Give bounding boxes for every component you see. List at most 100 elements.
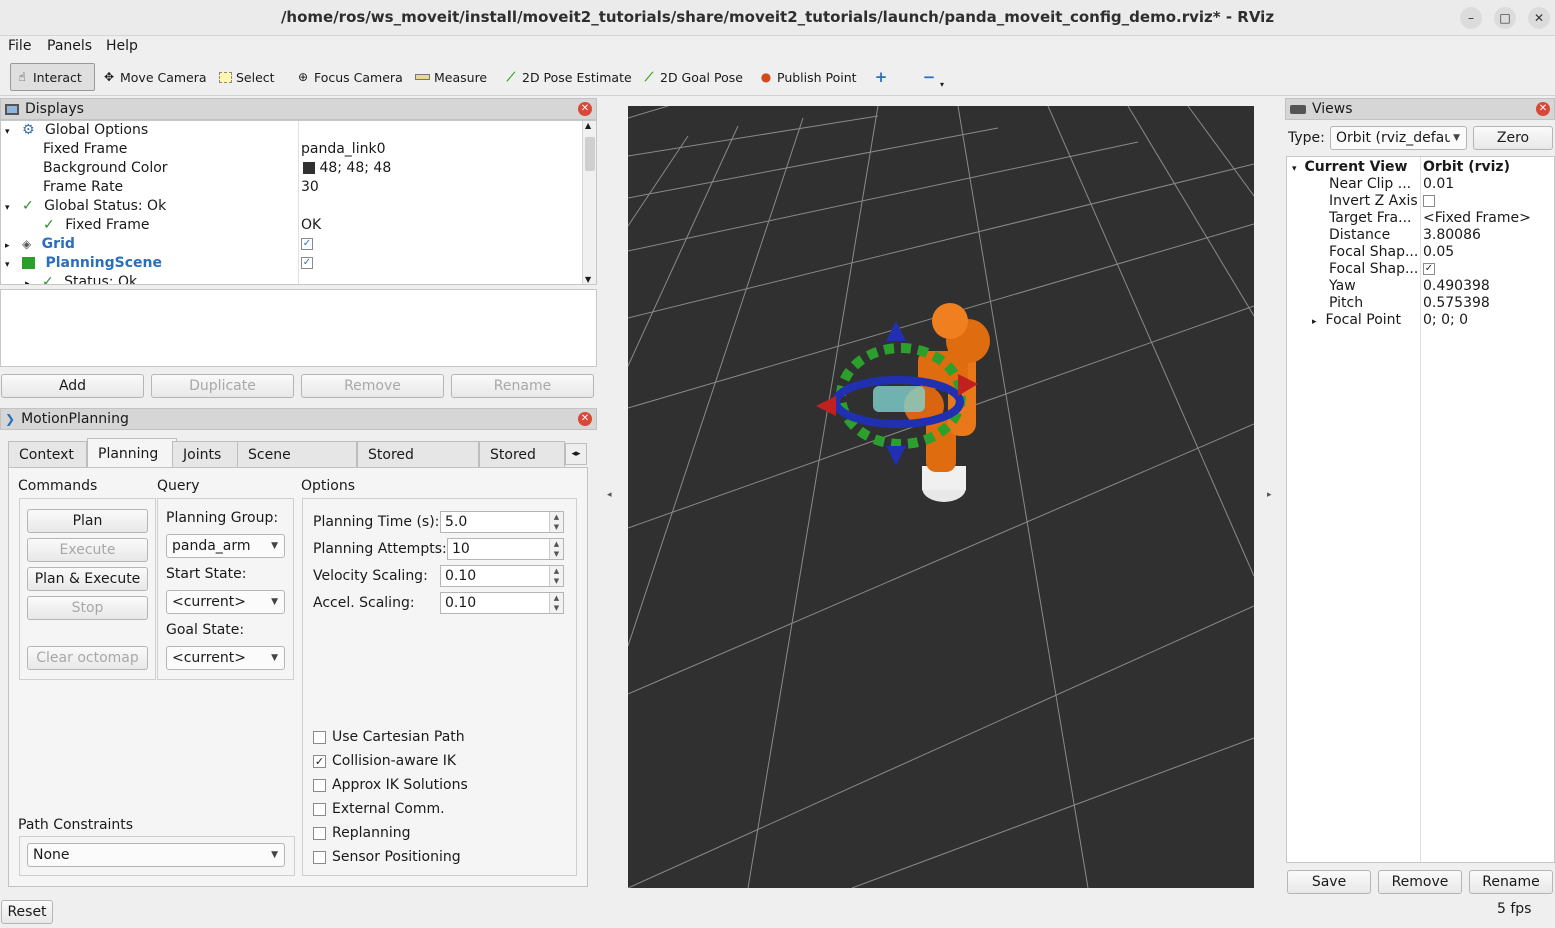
views-title: Views bbox=[1312, 101, 1353, 117]
tree-row-grid[interactable]: ▸ ◈ Grid bbox=[5, 235, 75, 254]
fixed-frame-value[interactable]: panda_link0 bbox=[301, 140, 385, 159]
background-color-value[interactable]: 48; 48; 48 bbox=[303, 159, 391, 178]
planning-group-select[interactable]: panda_arm ▼ bbox=[166, 534, 285, 558]
approx-ik-solutions-checkbox[interactable]: Approx IK Solutions bbox=[313, 777, 468, 793]
tab-scroll-arrows[interactable]: ◂▸ bbox=[565, 443, 587, 465]
accel-scaling-spinbox[interactable]: 0.10 ▲ ▼ bbox=[440, 592, 564, 614]
tab-scene-objects[interactable]: Scene Objects bbox=[237, 441, 357, 489]
spin-arrows-icon[interactable]: ▲ ▼ bbox=[549, 512, 563, 532]
replanning-checkbox[interactable]: Replanning bbox=[313, 825, 410, 841]
tree-row-planning-scene[interactable]: ▾ PlanningScene bbox=[5, 254, 162, 273]
zero-view-button[interactable]: Zero bbox=[1473, 126, 1553, 150]
chevron-down-icon: ▼ bbox=[271, 597, 278, 607]
tool-measure[interactable]: Measure bbox=[411, 63, 491, 91]
tool-2d-pose-estimate[interactable]: ⟋ 2D Pose Estimate bbox=[500, 63, 636, 91]
tool-label: 2D Pose Estimate bbox=[522, 69, 632, 85]
checkbox-label: Replanning bbox=[332, 825, 411, 841]
displays-scrollbar[interactable]: ▲ ▼ bbox=[582, 121, 596, 284]
tool-focus-camera[interactable]: ⊕ Focus Camera bbox=[292, 63, 407, 91]
menu-help[interactable]: Help bbox=[106, 38, 138, 54]
rename-view-button[interactable]: Rename bbox=[1469, 870, 1553, 894]
tool-publish-point[interactable]: ● Publish Point bbox=[755, 63, 861, 91]
views-tree[interactable] bbox=[1286, 156, 1555, 863]
window-title: /home/ros/ws_moveit/install/moveit2_tuto… bbox=[280, 8, 1275, 26]
row-label: Focal Point bbox=[1325, 312, 1402, 328]
collapse-right-arrow-icon[interactable]: ▸ bbox=[1267, 490, 1272, 500]
remove-tool-button[interactable]: − ▾ bbox=[918, 63, 948, 91]
motion-planning-panel-header: ❯ MotionPlanning ✕ bbox=[0, 408, 597, 430]
monitor-icon bbox=[5, 103, 19, 115]
sensor-positioning-checkbox[interactable]: Sensor Positioning bbox=[313, 849, 461, 865]
spin-arrows-icon[interactable]: ▲ ▼ bbox=[549, 566, 563, 586]
tree-row-global-options[interactable]: ▾ ⚙ Global Options bbox=[5, 121, 148, 140]
duplicate-display-button[interactable]: Duplicate bbox=[151, 374, 294, 398]
plan-button[interactable]: Plan bbox=[27, 509, 148, 533]
chevron-down-icon: ▾ bbox=[940, 79, 945, 89]
velocity-scaling-spinbox[interactable]: 0.10 ▲ ▼ bbox=[440, 565, 564, 587]
remove-display-button[interactable]: Remove bbox=[301, 374, 444, 398]
collapse-left-arrow-icon[interactable]: ◂ bbox=[607, 490, 612, 500]
menu-panels[interactable]: Panels bbox=[47, 38, 92, 54]
rename-display-button[interactable]: Rename bbox=[451, 374, 594, 398]
focus-camera-icon: ⊕ bbox=[297, 70, 309, 84]
close-icon[interactable]: ✕ bbox=[578, 102, 592, 116]
view-type-select[interactable]: Orbit (rviz_defau ▼ bbox=[1330, 126, 1467, 150]
map-pin-icon: ● bbox=[760, 70, 772, 84]
row-label: Current View bbox=[1304, 159, 1408, 175]
select-value: <current> bbox=[172, 594, 246, 610]
tool-select[interactable]: Select bbox=[215, 63, 279, 91]
start-state-select[interactable]: <current> ▼ bbox=[166, 590, 285, 614]
planning-attempts-label: Planning Attempts: bbox=[313, 541, 447, 557]
tree-row-global-status[interactable]: ▾ ✓ Global Status: Ok bbox=[5, 197, 166, 216]
displays-tree[interactable]: ▲ ▼ ▾ ⚙ Global Options Fixed Frame panda… bbox=[0, 120, 597, 285]
tool-interact[interactable]: ☝ Interact bbox=[10, 63, 95, 91]
add-display-button[interactable]: Add bbox=[1, 374, 144, 398]
minimize-button[interactable]: – bbox=[1460, 7, 1482, 29]
pose-estimate-icon: ⟋ bbox=[506, 70, 516, 84]
chevron-down-icon: ▼ bbox=[271, 541, 278, 551]
plus-icon: + bbox=[874, 68, 888, 86]
grid-enabled-checkbox[interactable]: ✓ bbox=[301, 235, 313, 254]
goal-state-select[interactable]: <current> ▼ bbox=[166, 646, 285, 670]
row-label: Fixed Frame bbox=[65, 217, 150, 233]
close-window-button[interactable]: ✕ bbox=[1528, 7, 1550, 29]
reset-button[interactable]: Reset bbox=[1, 900, 53, 924]
row-label: Frame Rate bbox=[43, 179, 124, 195]
tab-joints[interactable]: Joints bbox=[172, 441, 238, 467]
close-icon[interactable]: ✕ bbox=[1536, 102, 1550, 116]
tab-planning[interactable]: Planning bbox=[87, 438, 177, 468]
add-tool-button[interactable]: + bbox=[870, 63, 892, 91]
focal-point-value[interactable]: 0; 0; 0 bbox=[1423, 311, 1468, 330]
stop-button[interactable]: Stop bbox=[27, 596, 148, 620]
close-icon[interactable]: ✕ bbox=[578, 412, 592, 426]
spin-arrows-icon[interactable]: ▲ ▼ bbox=[549, 593, 563, 613]
view-type-label: Type: bbox=[1288, 130, 1325, 146]
frame-rate-value[interactable]: 30 bbox=[301, 178, 319, 197]
use-cartesian-path-checkbox[interactable]: Use Cartesian Path bbox=[313, 729, 465, 745]
spin-arrows-icon[interactable]: ▲ ▼ bbox=[549, 539, 563, 559]
planning-time-spinbox[interactable]: 5.0 ▲ ▼ bbox=[440, 511, 564, 533]
3d-viewport[interactable] bbox=[628, 106, 1254, 888]
grid-icon: ◈ bbox=[21, 237, 32, 251]
tab-stored-scenes[interactable]: Stored Scenes bbox=[357, 441, 479, 489]
execute-button[interactable]: Execute bbox=[27, 538, 148, 562]
checkbox-box bbox=[313, 826, 326, 840]
maximize-button[interactable]: □ bbox=[1494, 7, 1516, 29]
path-constraints-select[interactable]: None ▼ bbox=[27, 843, 285, 867]
tab-stored-states[interactable]: Stored Sta bbox=[479, 441, 565, 467]
remove-view-button[interactable]: Remove bbox=[1378, 870, 1462, 894]
displays-panel-header: Displays ✕ bbox=[0, 98, 597, 120]
planning-attempts-spinbox[interactable]: 10 ▲ ▼ bbox=[447, 538, 564, 560]
tool-move-camera[interactable]: ✥ Move Camera bbox=[98, 63, 211, 91]
tool-2d-goal-pose[interactable]: ⟋ 2D Goal Pose bbox=[638, 63, 747, 91]
save-view-button[interactable]: Save bbox=[1287, 870, 1371, 894]
external-comm-checkbox[interactable]: External Comm. bbox=[313, 801, 445, 817]
menu-file[interactable]: File bbox=[8, 38, 31, 54]
plan-and-execute-button[interactable]: Plan & Execute bbox=[27, 567, 148, 591]
focal-point-row[interactable]: ▸ Focal Point bbox=[1312, 311, 1401, 330]
checkmark-icon: ✓ bbox=[41, 274, 54, 285]
collision-aware-ik-checkbox[interactable]: ✓ Collision-aware IK bbox=[313, 753, 456, 769]
tab-context[interactable]: Context bbox=[8, 441, 87, 467]
clear-octomap-button[interactable]: Clear octomap bbox=[27, 646, 148, 670]
planning-scene-enabled-checkbox[interactable]: ✓ bbox=[301, 254, 313, 273]
